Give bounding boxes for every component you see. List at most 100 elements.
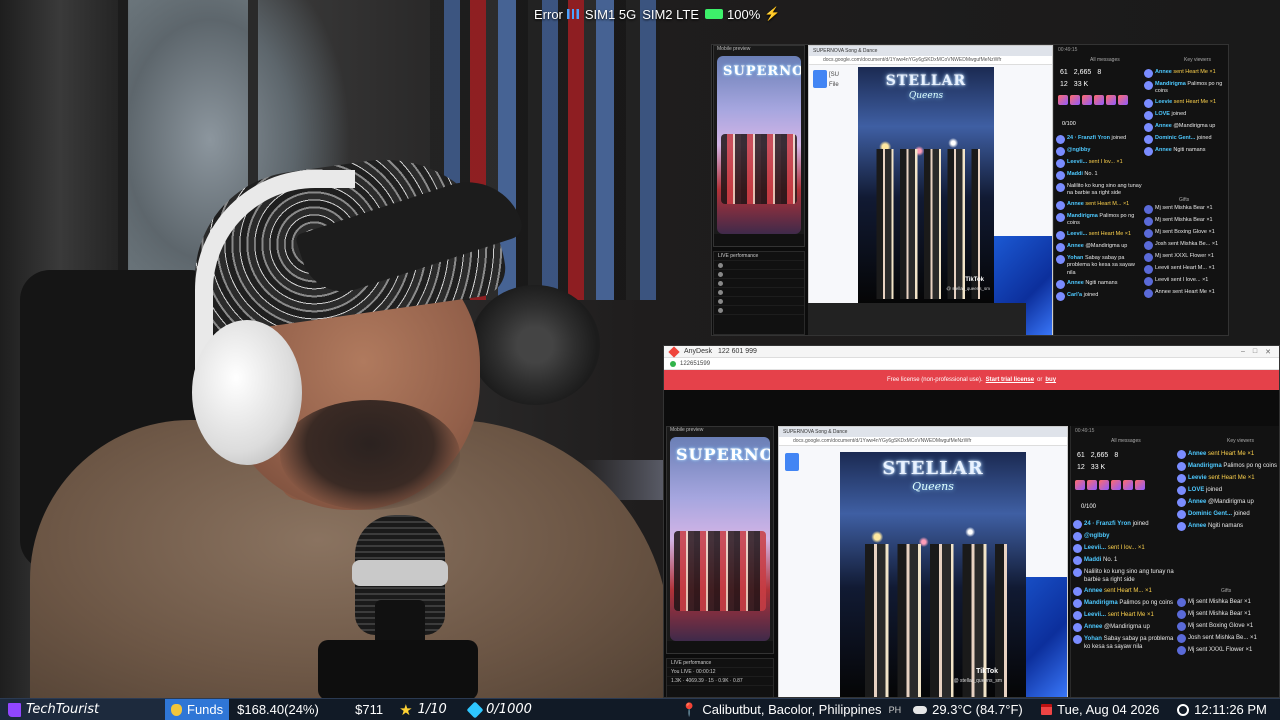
chat-message[interactable]: Mandirigma Palimos po ng coins [1073,599,1175,609]
chat-message[interactable]: Annee Ngiti namans [1144,146,1228,156]
chat-username[interactable]: LOVE [1188,487,1206,493]
gift-message[interactable]: Annee sent Heart Me ×1 [1144,289,1228,298]
chat-username[interactable]: Mandirigma [1084,600,1119,606]
chat-message[interactable]: Dominic Gent... joined [1144,134,1228,144]
gift-message[interactable]: Mj sent XXXL Flower ×1 [1144,253,1228,262]
chat-message[interactable]: Annee @Mandirigma up [1056,242,1142,252]
chat-username[interactable]: Annee [1155,147,1173,153]
gift-icon[interactable] [1075,480,1085,490]
chat-message[interactable]: 24 · Franzfi Yron joined [1056,135,1142,144]
list-item[interactable] [714,288,804,297]
chat-message[interactable]: Yohan Sabay sabay pa problema ko kesa sa… [1056,254,1142,277]
gift-icon[interactable] [1123,480,1133,490]
chat-message[interactable]: Leevie sent Heart Me ×1 [1177,474,1279,483]
chat-message[interactable]: Annee sent Heart Me ×1 [1177,450,1279,459]
chat-message[interactable]: Mandirigma Palimos po ng coins [1144,81,1228,96]
chat-username[interactable]: Annee [1188,523,1208,529]
buy-link[interactable]: buy [1045,377,1056,383]
gift-icon[interactable] [1094,95,1104,105]
chat-username[interactable]: Annee [1067,280,1085,286]
chat-username[interactable]: Dominic Gent... [1155,135,1197,141]
gift-icon[interactable] [1058,95,1068,105]
chat-username[interactable]: Annee [1188,451,1208,457]
chat-username[interactable]: Annee [1155,123,1173,129]
chat-username[interactable]: Yohan [1067,255,1085,261]
chat-message[interactable]: Mandirigma Palimos po ng coins [1177,462,1279,471]
gift-message[interactable]: Josh sent Mishka Be... ×1 [1177,634,1279,643]
list-item[interactable] [714,270,804,279]
gift-message[interactable]: Mj sent Mishka Bear ×1 [1144,217,1228,226]
gift-icon[interactable] [1111,480,1121,490]
chat-username[interactable]: Leevii... [1067,231,1089,237]
gift-icon[interactable] [1070,95,1080,105]
chat-username[interactable]: @nglbby [1067,147,1090,153]
chat-username[interactable]: Annee [1084,624,1104,630]
chat-message[interactable]: Maddi No. 1 [1056,171,1142,180]
chat-username[interactable]: Annee [1067,243,1085,249]
chat-message[interactable]: Leevii... sent I lov... ×1 [1073,544,1175,553]
chat-message[interactable]: Annee sent Heart Me ×1 [1144,69,1228,78]
chat-username[interactable]: Leevie [1188,475,1208,481]
chat-message[interactable]: Annee @Mandirigma up [1177,498,1279,507]
gift-message[interactable]: Mj sent XXXL Flower ×1 [1177,646,1279,655]
maximize-icon[interactable]: □ [1253,348,1257,356]
mobile-tab-bar[interactable] [714,234,804,246]
chat-message[interactable]: 24 · Franzfi Yron joined [1073,520,1175,529]
chat-username[interactable]: 24 · Franzfi Yron [1084,521,1133,527]
chat-message[interactable]: Mandirigma Palimos po ng coins [1056,212,1142,228]
chat-username[interactable]: Annee [1188,499,1208,505]
chat-message[interactable]: Leevii... sent I lov... ×1 [1056,159,1142,168]
chat-message[interactable]: Dominic Gent... joined [1177,510,1279,519]
browser-url-bar[interactable]: docs.google.com/document/d/1Yww4nYGy6gSK… [809,56,1052,65]
mobile-tab-bar[interactable] [667,641,773,653]
gift-icon[interactable] [1135,480,1145,490]
chat-message[interactable]: Maddi No. 1 [1073,556,1175,565]
all-messages-header[interactable]: All messages [1111,438,1141,444]
start-trial-link[interactable]: Start trial license [986,377,1034,383]
list-item[interactable] [714,306,804,315]
chat-username[interactable]: Carl'a [1067,292,1084,298]
minimize-icon[interactable]: – [1241,348,1245,356]
chat-message[interactable]: Leevii... sent Heart Me ×1 [1056,230,1142,240]
gift-icon[interactable] [1082,95,1092,105]
chat-username[interactable]: Annee [1155,69,1173,75]
browser-url-bar[interactable]: docs.google.com/document/d/1Yww4nYGy6gSK… [779,437,1067,446]
close-icon[interactable]: ✕ [1265,348,1271,356]
chat-message[interactable]: Leevie sent Heart Me ×1 [1144,98,1228,108]
chat-username[interactable]: Mandirigma [1067,213,1099,219]
chat-username[interactable]: Mandirigma [1155,81,1187,87]
chat-username[interactable]: 24 · Franzfi Yron [1067,135,1112,141]
chat-message[interactable]: Annee @Mandirigma up [1144,122,1228,132]
all-messages-header[interactable]: All messages [1090,57,1120,63]
chat-username[interactable]: LOVE [1155,111,1172,117]
gift-message[interactable]: Josh sent Mishka Be... ×1 [1144,241,1228,250]
gift-message[interactable]: Mj sent Boxing Glove ×1 [1144,229,1228,238]
list-item[interactable] [714,297,804,306]
chat-username[interactable]: Dominic Gent... [1188,511,1234,517]
chat-message[interactable]: Annee sent Heart M... ×1 [1073,587,1175,597]
list-item[interactable] [714,261,804,270]
gift-icon[interactable] [1087,480,1097,490]
file-menu[interactable]: File [829,82,839,88]
key-viewers-header[interactable]: Key viewers [1227,438,1254,444]
chat-message[interactable]: Leevii... sent Heart Me ×1 [1073,611,1175,621]
chat-message[interactable]: @nglbby [1073,532,1175,541]
chat-username[interactable]: Maddi [1084,557,1103,563]
chat-message[interactable]: Annee Ngiti namans [1177,522,1279,531]
gift-message[interactable]: Leevii sent Heart M... ×1 [1144,265,1228,274]
gift-message[interactable]: Mj sent Mishka Bear ×1 [1177,598,1279,607]
chat-message[interactable]: @nglbby [1056,147,1142,156]
chat-username[interactable]: Mandirigma [1188,463,1223,469]
chat-username[interactable]: @nglbby [1084,533,1110,539]
chat-username[interactable]: Annee [1084,588,1104,594]
gift-message[interactable]: Leevii sent I love... ×1 [1144,277,1228,286]
chat-username[interactable]: Leevii... [1084,612,1108,618]
gift-icon[interactable] [1099,480,1109,490]
chat-message[interactable]: Annee Ngiti namans [1056,279,1142,289]
browser-tab[interactable]: SUPERNOVA Song & Dance [779,427,1067,437]
chat-message[interactable]: Annee @Mandirigma up [1073,623,1175,633]
gift-icon[interactable] [1106,95,1116,105]
anydesk-remote-id[interactable]: 122 601 999 [718,348,757,355]
remote-desktop-view[interactable]: Mobile preview SUPERNOVA LIVE performanc… [664,390,1279,697]
gift-message[interactable]: Mj sent Mishka Bear ×1 [1144,205,1228,214]
